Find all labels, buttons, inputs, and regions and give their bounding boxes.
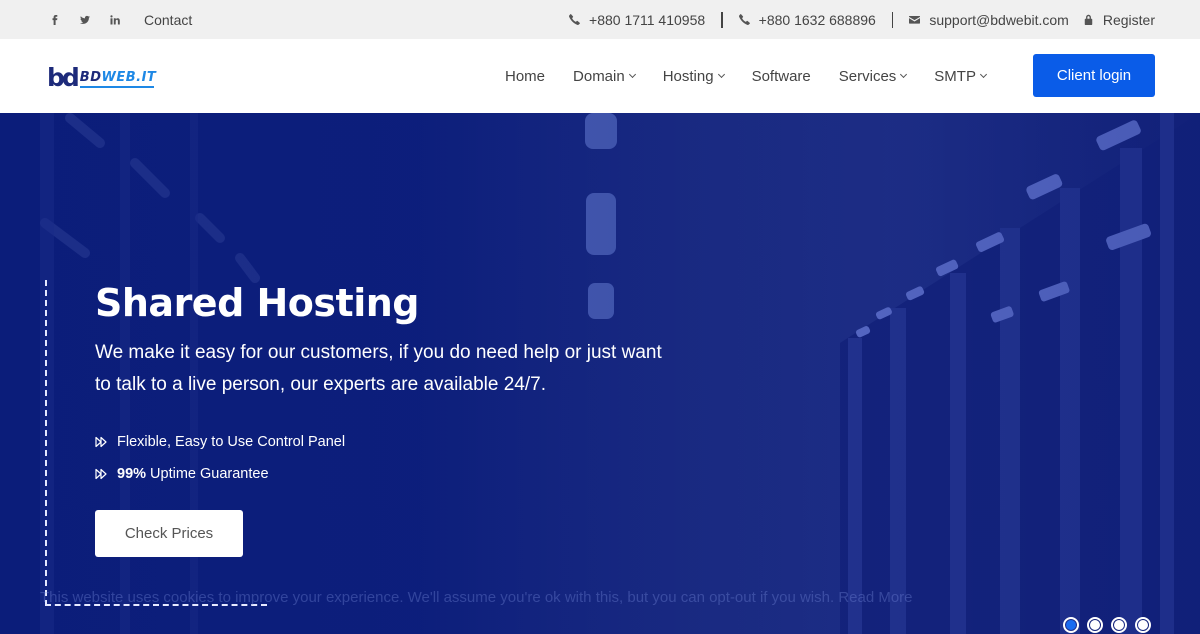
contact-link[interactable]: Contact (144, 12, 192, 28)
phone-link-2[interactable]: +880 1632 688896 (738, 11, 876, 28)
feature-text: Flexible, Easy to Use Control Panel (117, 434, 346, 450)
slider-pagination (1063, 617, 1159, 633)
decorative-dashed-frame (45, 280, 47, 606)
separator (721, 11, 723, 28)
email-address: support@bdwebit.com (929, 11, 1069, 28)
hero-slider: Shared Hosting We make it easy for our c… (0, 113, 1200, 634)
cookie-notice: This website uses cookies to improve you… (40, 589, 913, 606)
main-navbar: bd BDWEB.IT Home Domain Hosting Software… (0, 39, 1200, 113)
logo-mark: bd (47, 62, 80, 92)
phone-number-1: +880 1711 410958 (589, 11, 706, 28)
twitter-link[interactable] (74, 10, 96, 30)
feature-text: Uptime Guarantee (150, 466, 269, 482)
facebook-icon (52, 14, 58, 25)
slider-dot-3[interactable] (1111, 617, 1127, 633)
nav-smtp[interactable]: SMTP (934, 68, 988, 85)
phone-link-1[interactable]: +880 1711 410958 (569, 12, 705, 28)
double-arrow-icon (95, 436, 107, 448)
nav-home[interactable]: Home (505, 68, 545, 85)
hero-title: Shared Hosting (95, 281, 419, 325)
linkedin-link[interactable] (104, 10, 126, 30)
feature-list: Flexible, Easy to Use Control Panel 99% … (95, 426, 345, 490)
envelope-icon (909, 15, 921, 24)
phone-icon (569, 14, 580, 25)
nav-software[interactable]: Software (752, 68, 811, 85)
email-link[interactable]: support@bdwebit.com (909, 12, 1069, 28)
lock-icon (1084, 14, 1093, 25)
hero-description: We make it easy for our customers, if yo… (95, 342, 662, 395)
check-prices-button[interactable]: Check Prices (95, 510, 243, 557)
phone-number-2: +880 1632 688896 (758, 11, 876, 28)
site-logo[interactable]: bd BDWEB.IT (47, 62, 156, 92)
feature-item: Flexible, Easy to Use Control Panel (95, 426, 345, 458)
client-login-button[interactable]: Client login (1033, 54, 1155, 97)
logo-wordmark: BDWEB.IT (79, 71, 156, 88)
register-label: Register (1102, 11, 1155, 28)
slider-dot-1[interactable] (1063, 617, 1079, 633)
separator (891, 11, 894, 28)
feature-highlight: 99% (117, 466, 147, 482)
chevron-down-icon (979, 70, 988, 79)
top-bar-right: +880 1711 410958 +880 1632 688896 suppor… (569, 11, 1155, 28)
chevron-down-icon (628, 70, 636, 79)
top-bar: Contact +880 1711 410958 +880 1632 68889… (0, 0, 1200, 39)
nav-hosting[interactable]: Hosting (663, 68, 725, 85)
chevron-down-icon (900, 70, 908, 79)
phone-icon (738, 14, 750, 25)
feature-item: 99% Uptime Guarantee (95, 458, 345, 490)
slider-dot-4[interactable] (1135, 617, 1151, 633)
chevron-down-icon (717, 70, 725, 79)
double-arrow-icon (95, 468, 107, 480)
nav-services[interactable]: Services (839, 68, 908, 85)
twitter-icon (80, 15, 90, 24)
nav-domain[interactable]: Domain (573, 68, 636, 85)
top-bar-left: Contact (44, 10, 192, 30)
main-menu: Home Domain Hosting Software Services SM… (505, 39, 1014, 113)
facebook-link[interactable] (44, 10, 66, 30)
linkedin-icon (110, 14, 120, 24)
register-link[interactable]: Register (1083, 12, 1155, 28)
slider-dot-2[interactable] (1087, 617, 1103, 633)
